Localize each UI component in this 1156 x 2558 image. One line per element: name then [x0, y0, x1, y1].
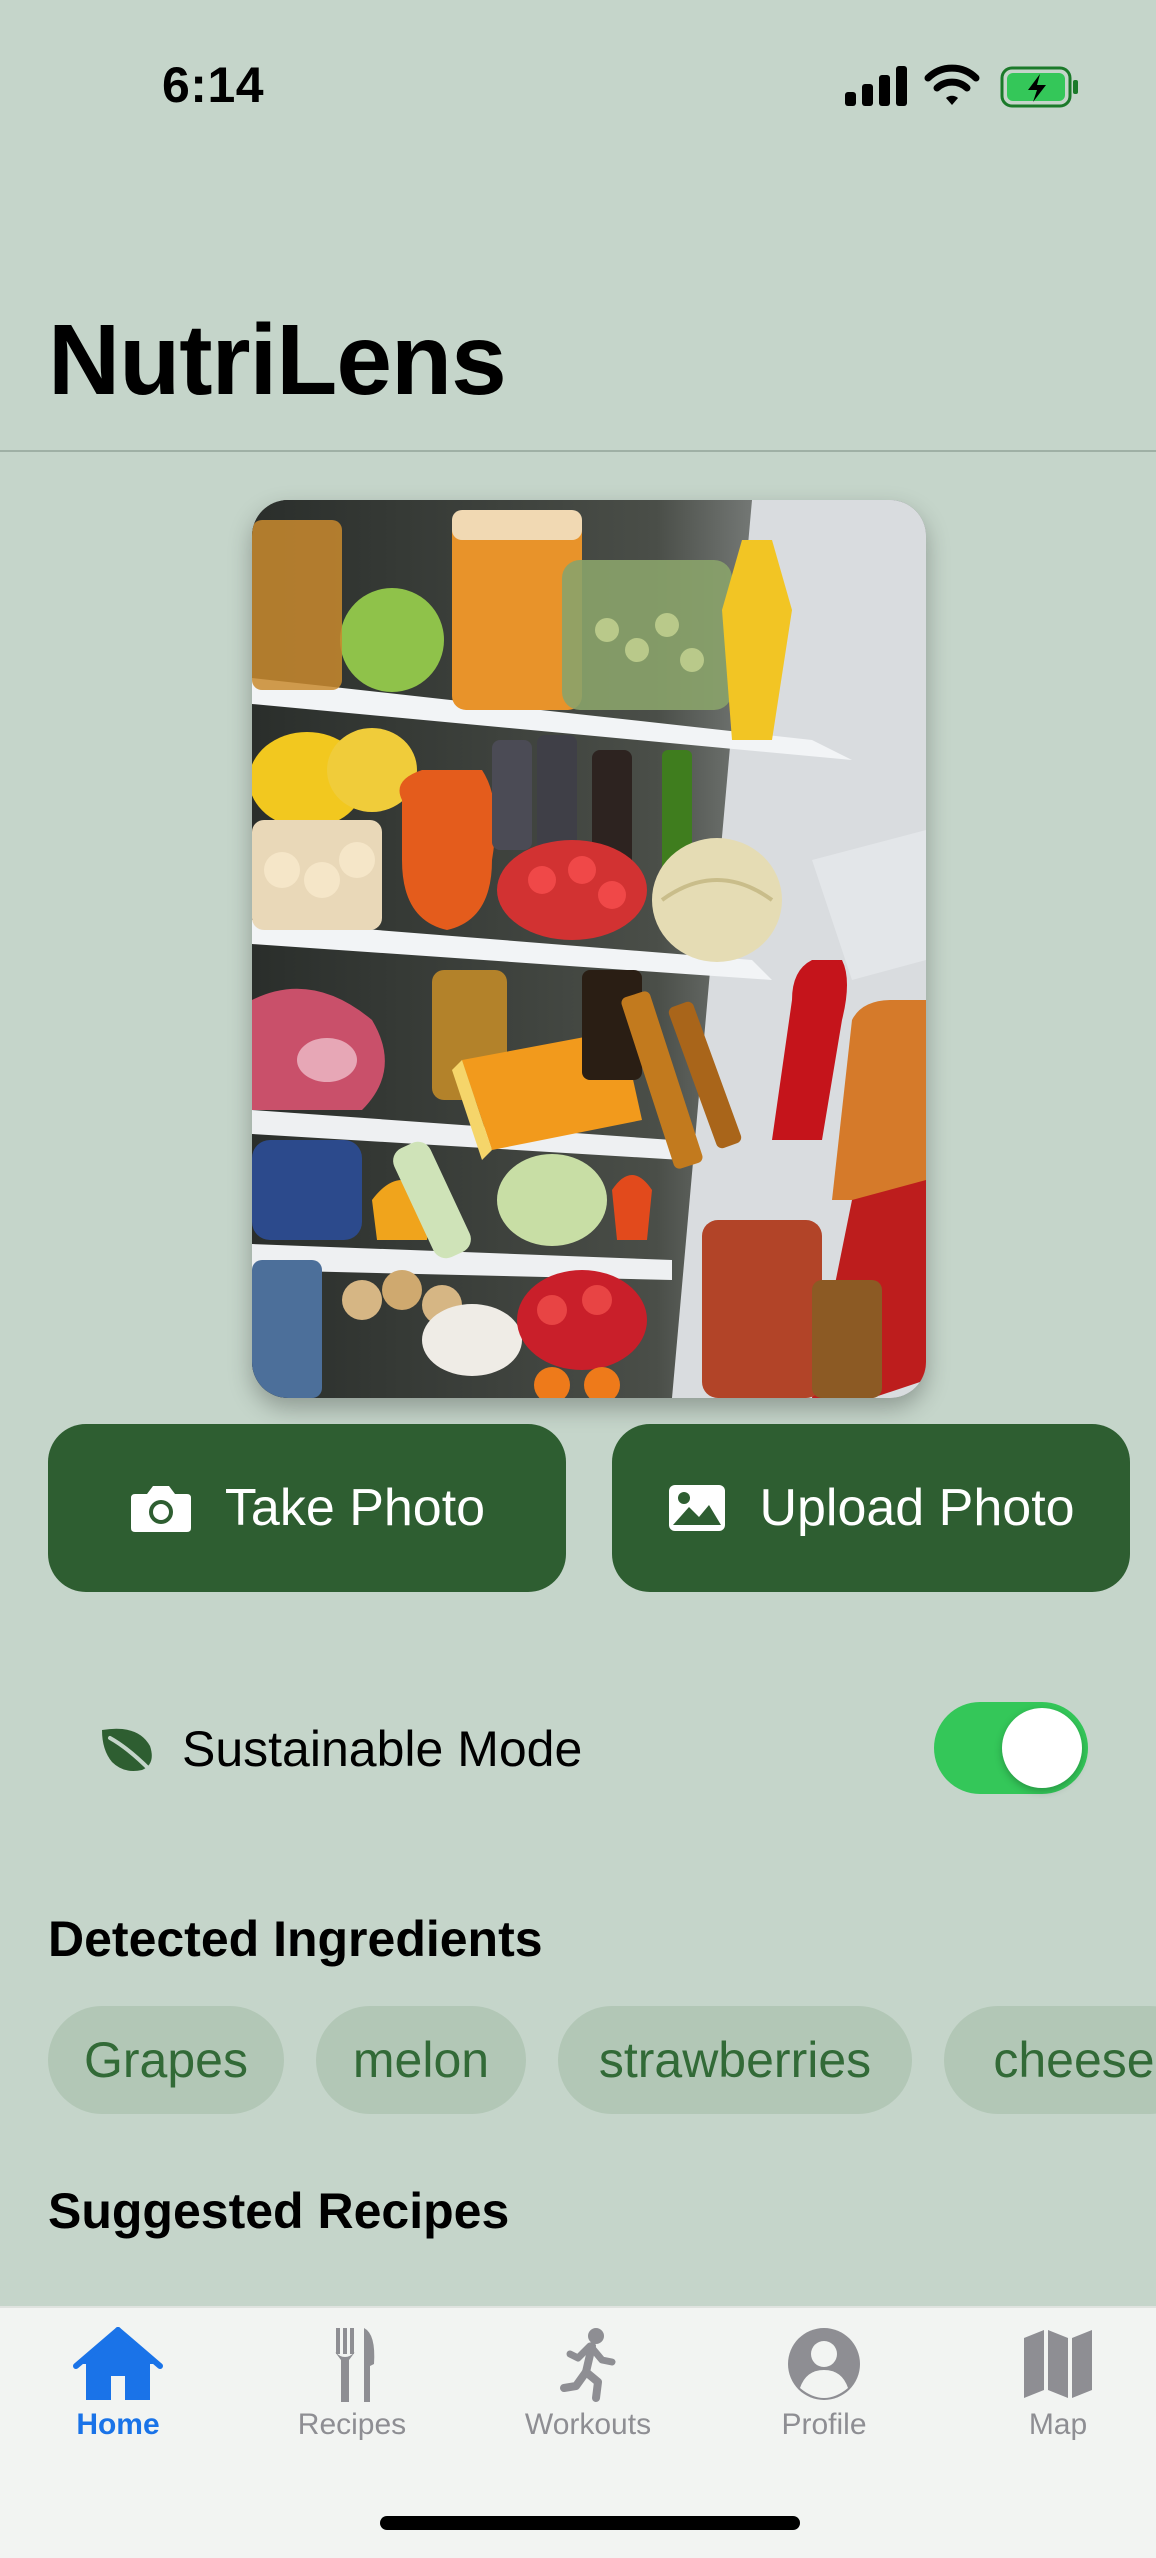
- map-icon: [1024, 2330, 1092, 2398]
- upload-photo-label: Upload Photo: [759, 1479, 1075, 1537]
- tab-workouts-label: Workouts: [524, 2408, 652, 2441]
- home-indicator: [380, 2516, 800, 2530]
- status-time: 6:14: [162, 57, 265, 113]
- cellular-signal-icon: [845, 66, 907, 106]
- sustainable-mode-label: Sustainable Mode: [182, 1721, 583, 1777]
- upload-photo-button[interactable]: Upload Photo: [612, 1424, 1130, 1592]
- battery-charging-icon: [1000, 66, 1078, 108]
- page-title: NutriLens: [48, 304, 507, 416]
- toggle-knob: [1002, 1708, 1082, 1788]
- fork-knife-icon: [335, 2328, 375, 2402]
- ingredient-chip[interactable]: Grapes: [48, 2006, 284, 2114]
- camera-icon: [130, 1486, 191, 1532]
- tab-home-label: Home: [76, 2408, 160, 2441]
- running-figure-icon: [560, 2328, 616, 2402]
- person-circle-icon: [788, 2328, 860, 2400]
- ingredient-chip[interactable]: melon: [316, 2006, 526, 2114]
- tab-profile[interactable]: Profile: [724, 2324, 924, 2442]
- sustainable-mode-toggle[interactable]: [934, 1702, 1088, 1794]
- header-divider: [0, 450, 1156, 452]
- fridge-photo: [252, 500, 926, 1398]
- house-icon: [73, 2327, 163, 2400]
- tab-map-label: Map: [1028, 2408, 1088, 2441]
- tab-workouts[interactable]: Workouts: [488, 2324, 688, 2442]
- tab-profile-label: Profile: [781, 2408, 867, 2441]
- take-photo-button[interactable]: Take Photo: [48, 1424, 566, 1592]
- wifi-icon: [924, 64, 980, 105]
- take-photo-label: Take Photo: [224, 1479, 486, 1537]
- tab-home[interactable]: Home: [18, 2324, 218, 2442]
- photo-icon: [669, 1485, 726, 1531]
- ingredient-chip[interactable]: strawberries: [558, 2006, 912, 2114]
- tab-recipes-label: Recipes: [297, 2408, 407, 2441]
- tab-recipes[interactable]: Recipes: [252, 2324, 452, 2442]
- suggested-recipes-title: Suggested Recipes: [48, 2183, 510, 2239]
- tab-map[interactable]: Map: [958, 2324, 1156, 2442]
- leaf-icon: [102, 1728, 152, 1772]
- ingredient-chip[interactable]: cheese: [944, 2006, 1156, 2114]
- detected-ingredients-title: Detected Ingredients: [48, 1911, 543, 1967]
